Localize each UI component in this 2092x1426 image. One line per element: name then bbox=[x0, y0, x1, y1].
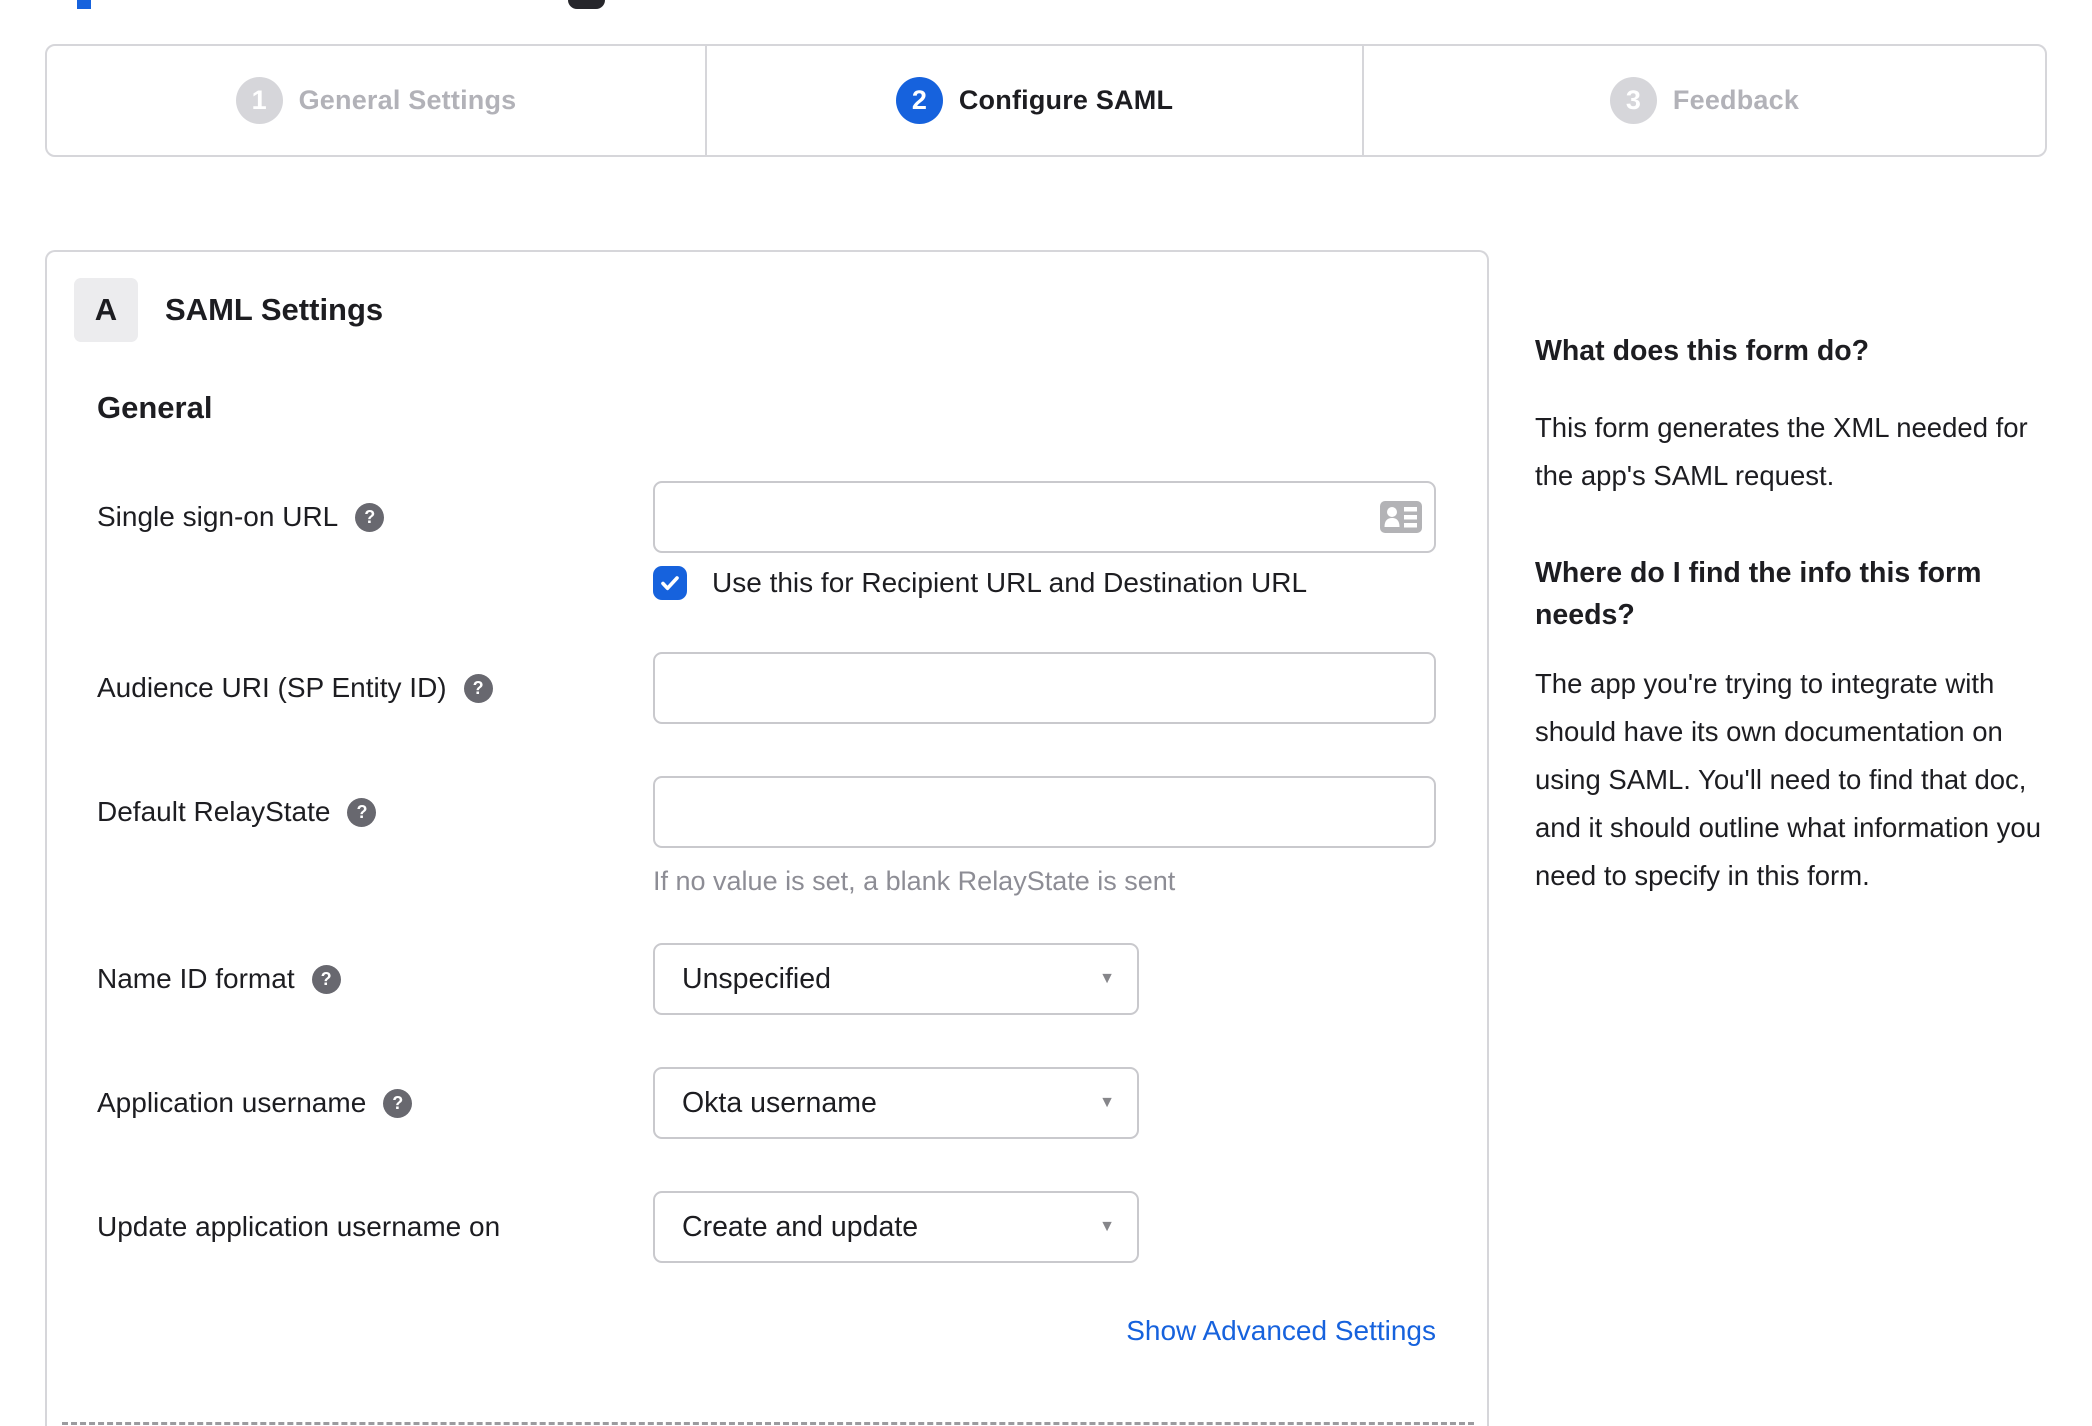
step-configure-saml[interactable]: 2 Configure SAML bbox=[705, 46, 1362, 155]
sso-url-label: Single sign-on URL bbox=[97, 501, 339, 532]
step-number-badge: 1 bbox=[235, 77, 283, 124]
sidebar-body-what: This form generates the XML needed for t… bbox=[1535, 412, 2028, 491]
contact-card-icon[interactable] bbox=[1380, 501, 1422, 538]
show-advanced-settings-link[interactable]: Show Advanced Settings bbox=[1126, 1315, 1436, 1346]
help-icon[interactable]: ? bbox=[355, 502, 385, 532]
default-relaystate-row: Default RelayState ? If no value is set,… bbox=[47, 776, 1487, 897]
step-number-badge: 2 bbox=[895, 77, 943, 124]
audience-uri-row: Audience URI (SP Entity ID) ? bbox=[47, 652, 1487, 724]
step-label: General Settings bbox=[298, 85, 517, 115]
logo-fragment bbox=[77, 0, 91, 9]
sidebar-heading-where: Where do I find the info this form needs… bbox=[1535, 557, 1982, 631]
step-feedback[interactable]: 3 Feedback bbox=[1362, 46, 2045, 155]
wizard-stepper: 1 General Settings 2 Configure SAML 3 Fe… bbox=[45, 44, 2047, 157]
step-general-settings[interactable]: 1 General Settings bbox=[47, 46, 705, 155]
name-id-format-select[interactable]: Unspecified ▼ bbox=[653, 943, 1139, 1015]
recipient-url-checkbox[interactable] bbox=[653, 566, 687, 600]
help-icon[interactable]: ? bbox=[311, 964, 341, 994]
step-number-badge: 3 bbox=[1609, 77, 1657, 124]
general-group-title: General bbox=[97, 390, 213, 425]
help-icon[interactable]: ? bbox=[383, 1088, 413, 1118]
application-username-select[interactable]: Okta username ▼ bbox=[653, 1067, 1139, 1139]
sso-url-input[interactable] bbox=[653, 481, 1436, 553]
help-icon[interactable]: ? bbox=[347, 797, 377, 827]
saml-settings-panel: A SAML Settings General Single sign-on U… bbox=[45, 250, 1489, 1426]
default-relaystate-label: Default RelayState bbox=[97, 796, 331, 827]
saml-form: Single sign-on URL ? Use this for Recipi… bbox=[47, 481, 1487, 1347]
header-icon-fragment bbox=[568, 0, 605, 9]
audience-uri-label: Audience URI (SP Entity ID) bbox=[97, 672, 447, 703]
help-icon[interactable]: ? bbox=[463, 673, 493, 703]
recipient-url-checkbox-label[interactable]: Use this for Recipient URL and Destinati… bbox=[712, 567, 1307, 599]
step-label: Configure SAML bbox=[958, 85, 1174, 115]
sso-url-row: Single sign-on URL ? Use this for Recipi… bbox=[47, 481, 1487, 600]
name-id-format-row: Name ID format ? Unspecified ▼ bbox=[47, 943, 1487, 1015]
relaystate-helper-text: If no value is set, a blank RelayState i… bbox=[653, 866, 1176, 896]
application-username-label: Application username bbox=[97, 1087, 367, 1118]
panel-header: A SAML Settings bbox=[74, 278, 1487, 342]
section-title: SAML Settings bbox=[165, 292, 384, 327]
application-username-row: Application username ? Okta username ▼ bbox=[47, 1067, 1487, 1139]
update-username-select[interactable]: Create and update ▼ bbox=[653, 1191, 1139, 1263]
update-username-row: Update application username on Create an… bbox=[47, 1191, 1487, 1263]
update-username-label: Update application username on bbox=[97, 1211, 501, 1242]
checkmark-icon bbox=[661, 576, 679, 591]
sso-checkbox-row: Use this for Recipient URL and Destinati… bbox=[653, 566, 1487, 600]
chevron-down-icon: ▼ bbox=[1099, 1218, 1115, 1235]
step-label: Feedback bbox=[1672, 85, 1800, 115]
chevron-down-icon: ▼ bbox=[1099, 1094, 1115, 1111]
audience-uri-input[interactable] bbox=[653, 652, 1436, 724]
section-a-badge: A bbox=[74, 278, 138, 342]
sidebar-body-where: The app you're trying to integrate with … bbox=[1535, 668, 2042, 891]
help-sidebar: What does this form do? This form genera… bbox=[1535, 330, 2051, 900]
name-id-format-label: Name ID format bbox=[97, 963, 295, 994]
chevron-down-icon: ▼ bbox=[1099, 970, 1115, 987]
sidebar-heading-what: What does this form do? bbox=[1535, 335, 1870, 367]
section-divider bbox=[62, 1422, 1474, 1425]
default-relaystate-input[interactable] bbox=[653, 776, 1436, 848]
